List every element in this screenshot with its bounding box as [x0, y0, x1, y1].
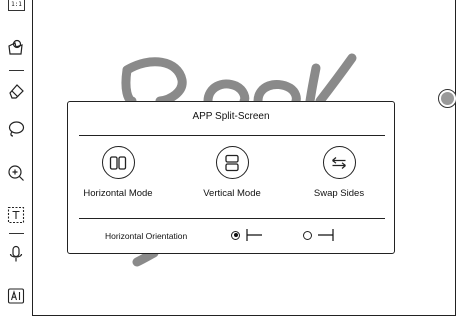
lasso-select-icon[interactable]: [5, 118, 27, 140]
floating-page-button[interactable]: [438, 89, 456, 108]
divider-left-icon: [246, 229, 262, 241]
dialog-title: APP Split-Screen: [192, 111, 270, 122]
horizontal-mode-icon: [101, 146, 135, 179]
options-divider: [79, 218, 385, 219]
orientation-option-right[interactable]: [303, 227, 335, 243]
divider-right-icon: [318, 229, 334, 241]
split-screen-dialog: APP Split-Screen Horizontal Mode Vertica…: [67, 101, 395, 254]
microphone-icon[interactable]: [5, 243, 27, 265]
swap-sides-icon: [322, 146, 356, 179]
lasso-shape-icon[interactable]: [5, 37, 27, 59]
toolbar-separator: [9, 233, 24, 234]
orientation-option-left[interactable]: [231, 227, 263, 243]
horizontal-mode-label: Horizontal Mode: [83, 188, 153, 199]
toolbar-separator: [9, 70, 24, 71]
swap-sides-label: Swap Sides: [313, 188, 365, 199]
zoom-in-icon[interactable]: [5, 162, 27, 184]
left-toolbar: 1:1: [0, 0, 33, 316]
swap-sides-button[interactable]: Swap Sides: [294, 146, 384, 210]
radio-unselected-icon[interactable]: [303, 230, 312, 240]
vertical-mode-label: Vertical Mode: [203, 188, 261, 199]
text-box-icon[interactable]: [5, 204, 27, 226]
ratio-badge[interactable]: 1:1: [8, 0, 25, 11]
vertical-mode-icon: [215, 146, 249, 179]
vertical-mode-button[interactable]: Vertical Mode: [187, 146, 277, 210]
title-divider: [79, 135, 385, 136]
orientation-label: Horizontal Orientation: [105, 231, 188, 241]
ai-icon[interactable]: [5, 285, 27, 307]
radio-selected-icon[interactable]: [231, 230, 240, 240]
eraser-icon[interactable]: [5, 80, 27, 102]
horizontal-mode-button[interactable]: Horizontal Mode: [73, 146, 163, 210]
